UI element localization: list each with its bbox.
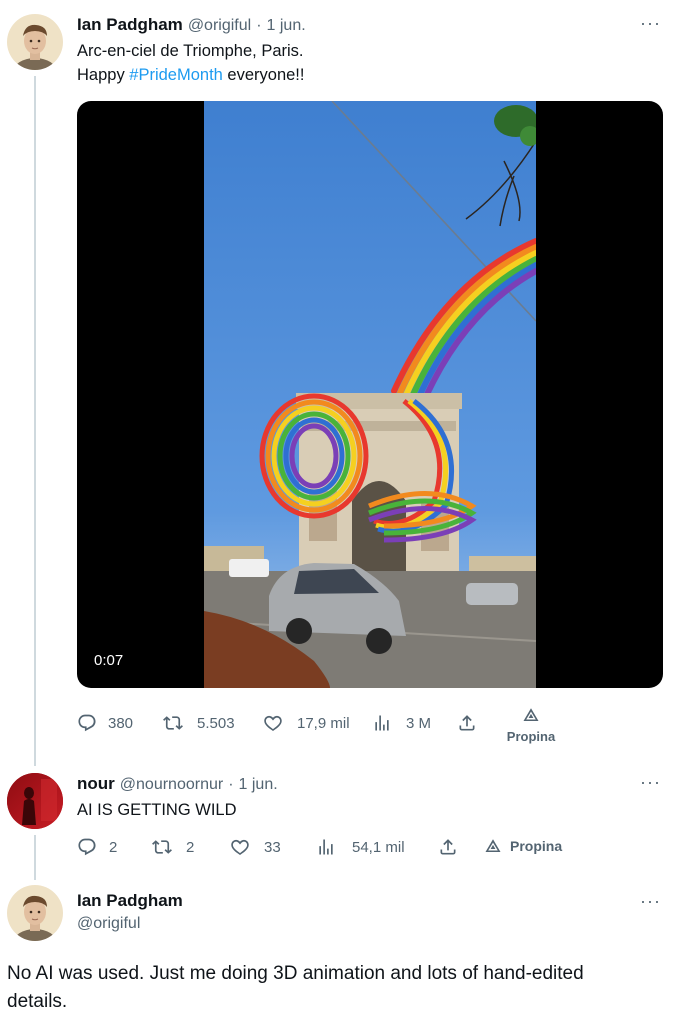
reply-icon — [77, 713, 97, 733]
tip-button[interactable]: Propina — [505, 706, 557, 744]
thread-line — [34, 835, 36, 880]
views-button[interactable]: 54,1 mil — [316, 837, 405, 857]
retweet-count: 2 — [186, 838, 195, 856]
retweet-count: 5.503 — [197, 714, 235, 732]
tip-label: Propina — [506, 729, 556, 744]
share-button[interactable] — [438, 837, 458, 857]
tip-button[interactable]: Propina — [484, 837, 562, 855]
retweet-button[interactable]: 2 — [152, 837, 194, 857]
author-handle[interactable]: @origiful — [188, 17, 251, 35]
author-handle[interactable]: @nournoornur — [120, 776, 223, 794]
text-fragment: Happy — [77, 66, 130, 84]
author-block: Ian Padgham @origiful — [77, 891, 183, 933]
views-icon — [316, 837, 336, 857]
retweet-icon — [163, 713, 183, 733]
separator: · — [256, 17, 262, 34]
video-duration: 0:07 — [94, 652, 124, 669]
tweet-line: Happy #PrideMonth everyone!! — [77, 63, 304, 87]
tip-icon — [484, 837, 502, 855]
like-icon — [230, 837, 250, 857]
reply-icon — [77, 837, 97, 857]
reply-button[interactable]: 2 — [77, 837, 117, 857]
tweet-header: Ian Padgham @origiful · 1 jun. — [77, 15, 306, 35]
text-fragment: everyone!! — [222, 66, 305, 84]
like-button[interactable]: 33 — [230, 837, 281, 857]
more-icon: ··· — [640, 13, 661, 33]
tweet-text: Arc-en-ciel de Triomphe, Paris. Happy #P… — [77, 39, 304, 87]
view-count: 3 M — [406, 714, 432, 732]
reply-button[interactable]: 380 — [77, 713, 133, 733]
tweet-date[interactable]: 1 jun. — [239, 776, 278, 794]
tweet-text: AI IS GETTING WILD — [77, 801, 237, 819]
like-icon — [263, 713, 283, 733]
reply-count: 380 — [108, 714, 134, 732]
author-name[interactable]: Ian Padgham — [77, 15, 183, 35]
like-count: 17,9 mil — [297, 714, 350, 732]
like-count: 33 — [264, 838, 281, 856]
video-frame — [204, 101, 536, 688]
retweet-button[interactable]: 5.503 — [163, 713, 235, 733]
share-icon — [457, 713, 477, 733]
tip-icon — [522, 706, 540, 724]
avatar[interactable] — [7, 885, 63, 941]
views-button[interactable]: 3 M — [372, 713, 431, 733]
like-button[interactable]: 17,9 mil — [263, 713, 350, 733]
avatar[interactable] — [7, 14, 63, 70]
tweet-line: Arc-en-ciel de Triomphe, Paris. — [77, 42, 304, 60]
share-icon — [438, 837, 458, 857]
view-count: 54,1 mil — [352, 838, 405, 856]
more-icon: ··· — [640, 772, 661, 792]
tweet-text: No AI was used. Just me doing 3D animati… — [7, 963, 584, 1012]
more-icon: ··· — [640, 891, 661, 911]
more-options-button[interactable]: ··· — [640, 13, 661, 34]
separator: · — [228, 776, 234, 793]
share-button[interactable] — [457, 713, 477, 733]
views-icon — [372, 713, 392, 733]
retweet-icon — [152, 837, 172, 857]
video-player[interactable]: 0:07 — [77, 101, 663, 688]
author-name[interactable]: nour — [77, 774, 115, 794]
tip-label: Propina — [510, 838, 563, 854]
hashtag-link[interactable]: #PrideMonth — [129, 66, 223, 84]
tweet-header: nour @nournoornur · 1 jun. — [77, 774, 278, 794]
avatar[interactable] — [7, 773, 63, 829]
more-options-button[interactable]: ··· — [640, 891, 661, 912]
more-options-button[interactable]: ··· — [640, 772, 661, 793]
tweet-date[interactable]: 1 jun. — [267, 17, 306, 35]
reply-count: 2 — [109, 838, 118, 856]
thread-line — [34, 76, 36, 766]
author-handle[interactable]: @origiful — [77, 915, 183, 933]
author-name[interactable]: Ian Padgham — [77, 891, 183, 911]
